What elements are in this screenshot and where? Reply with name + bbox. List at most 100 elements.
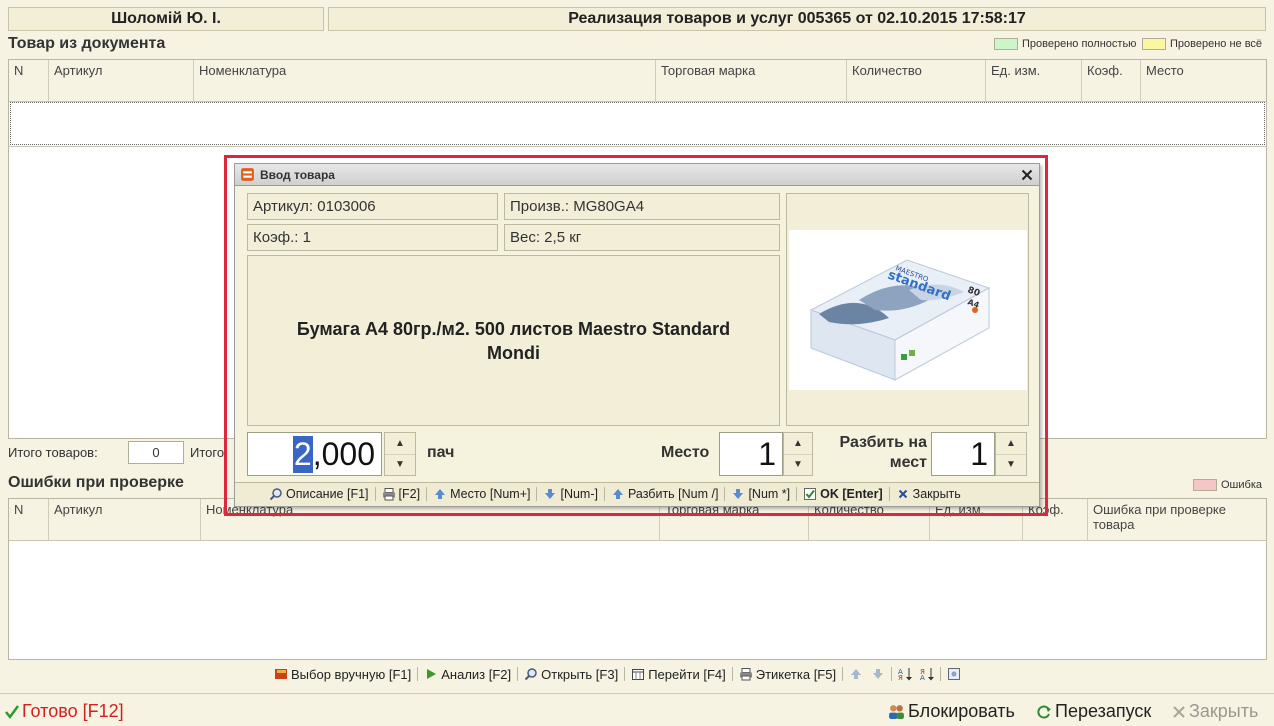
lock-button[interactable]: Блокировать [888, 701, 1015, 722]
place-down-button[interactable]: ▼ [784, 453, 812, 476]
quantity-up-button[interactable]: ▲ [385, 433, 415, 454]
product-name: Бумага А4 80гр./м2. 500 листов Maestro S… [296, 318, 731, 363]
column-header-coef[interactable]: Коэф. [1082, 60, 1141, 101]
dialog-close-icon[interactable] [1021, 169, 1033, 181]
close-app-button[interactable]: Закрыть [1172, 701, 1258, 722]
toolbar-separator [417, 667, 419, 681]
total-partial-label: Итого [190, 445, 225, 460]
ready-button[interactable]: Готово [F12] [4, 701, 124, 722]
caret-down-icon: ▼ [1006, 459, 1016, 471]
place-input[interactable]: 1 [719, 432, 783, 476]
document-title: Реализация товаров и услуг 005365 от 02.… [568, 10, 1026, 27]
caret-down-icon: ▼ [793, 459, 803, 471]
printer-icon [382, 488, 395, 501]
column-header-article[interactable]: Артикул [49, 60, 194, 101]
go-to-button[interactable]: Перейти [F4] [627, 667, 730, 682]
column-header-brand[interactable]: Торговая марка [656, 60, 847, 101]
toolbar-separator [517, 667, 519, 681]
place-plus-button[interactable]: Место [Num+] [429, 487, 534, 501]
description-button[interactable]: Описание [F1] [265, 487, 373, 501]
table-row-focused[interactable] [10, 102, 1265, 145]
split-stepper[interactable]: ▲ ▼ [995, 432, 1027, 476]
open-button[interactable]: Открыть [F3] [520, 667, 622, 682]
restart-button[interactable]: Перезапуск [1036, 701, 1151, 722]
caret-up-icon: ▲ [1006, 437, 1016, 449]
ok-label: OK [Enter] [820, 487, 883, 501]
open-label: Открыть [F3] [541, 666, 619, 682]
close-app-label: Закрыть [1189, 701, 1259, 721]
column-header-n[interactable]: N [9, 499, 49, 540]
caret-up-icon: ▲ [793, 437, 803, 449]
split-minus-button[interactable]: [Num *] [727, 487, 794, 501]
total-goods-field: 0 [128, 441, 184, 464]
split-up-button[interactable]: ▲ [996, 433, 1026, 454]
coef-text: Коэф.: 1 [253, 229, 311, 246]
arrow-up-icon [435, 489, 446, 499]
user-name-box: Шоломій Ю. І. [8, 7, 324, 31]
legend-swatch-yellow [1142, 38, 1166, 50]
sort-asc-button[interactable]: AЯ [894, 667, 916, 681]
column-header-place[interactable]: Место [1141, 60, 1266, 101]
column-header-unit[interactable]: Ед. изм. [986, 60, 1082, 101]
article-text: Артикул: 0103006 [253, 198, 376, 215]
move-down-button[interactable] [867, 667, 889, 681]
column-header-quantity[interactable]: Количество [847, 60, 986, 101]
place-label: Место [661, 444, 710, 461]
column-header-error[interactable]: Ошибка при проверке товара [1088, 499, 1266, 540]
sort-desc-button[interactable]: ЯA [916, 667, 938, 681]
toolbar-separator [603, 487, 605, 501]
settings-button[interactable] [943, 667, 965, 681]
move-up-button[interactable] [845, 667, 867, 681]
arrow-down-icon [545, 489, 556, 499]
place-minus-button[interactable]: [Num-] [539, 487, 602, 501]
toolbar-separator [888, 487, 890, 501]
split-input[interactable]: 1 [931, 432, 995, 476]
split-plus-button[interactable]: Разбить [Num /] [607, 487, 722, 501]
close-icon [898, 489, 907, 499]
quantity-rest: ,000 [312, 435, 375, 472]
check-icon [5, 704, 20, 719]
weight-text: Вес: 2,5 кг [510, 229, 582, 246]
errors-table[interactable]: N Артикул Номенклатура Торговая марка Ко… [8, 498, 1267, 660]
magnifier-icon [524, 668, 537, 681]
manual-select-button[interactable]: Выбор вручную [F1] [270, 667, 415, 682]
place-stepper[interactable]: ▲ ▼ [783, 432, 813, 476]
ready-label: Готово [F12] [22, 701, 124, 721]
column-header-article[interactable]: Артикул [49, 499, 201, 540]
arrow-down-icon [733, 489, 744, 499]
column-header-nomenclature[interactable]: Номенклатура [194, 60, 656, 101]
analyze-label: Анализ [F2] [441, 666, 512, 682]
toolbar-separator [796, 487, 798, 501]
product-image: MAESTRO standard 80 A4 [789, 230, 1027, 390]
app-icon [241, 168, 254, 181]
dialog-toolbar: Описание [F1] [F2] Место [Num+] [Num-] Р… [265, 485, 965, 503]
quantity-stepper[interactable]: ▲ ▼ [384, 432, 416, 476]
sort-descending-icon: ЯA [920, 668, 935, 681]
quantity-down-button[interactable]: ▼ [385, 453, 415, 476]
split-down-button[interactable]: ▼ [996, 453, 1026, 476]
place-minus-label: [Num-] [560, 487, 598, 501]
analyze-button[interactable]: Анализ [F2] [420, 667, 515, 682]
dialog-close-button[interactable]: Закрыть [892, 487, 965, 501]
toolbar-separator [624, 667, 626, 681]
f2-button[interactable]: [F2] [378, 487, 425, 501]
quantity-input[interactable]: 2,000 [247, 432, 382, 476]
caret-up-icon: ▲ [395, 437, 405, 449]
users-icon [889, 705, 904, 719]
weight-box: Вес: 2,5 кг [504, 224, 780, 251]
label-print-label: Этикетка [F5] [755, 666, 837, 682]
column-header-n[interactable]: N [9, 60, 49, 101]
manual-select-label: Выбор вручную [F1] [291, 666, 412, 682]
close-icon [1173, 705, 1185, 718]
place-up-button[interactable]: ▲ [784, 433, 812, 454]
document-title-box: Реализация товаров и услуг 005365 от 02.… [328, 7, 1266, 31]
product-image-box: MAESTRO standard 80 A4 [786, 193, 1029, 426]
legend-checked-full: Проверено полностью [994, 38, 1136, 50]
description-label: Описание [F1] [286, 487, 369, 501]
label-print-button[interactable]: Этикетка [F5] [735, 667, 840, 682]
ok-button[interactable]: OK [Enter] [799, 487, 887, 501]
toolbar-separator [536, 487, 538, 501]
refresh-icon [1037, 705, 1051, 718]
calendar-icon [632, 669, 645, 680]
toolbar-separator [731, 667, 733, 681]
